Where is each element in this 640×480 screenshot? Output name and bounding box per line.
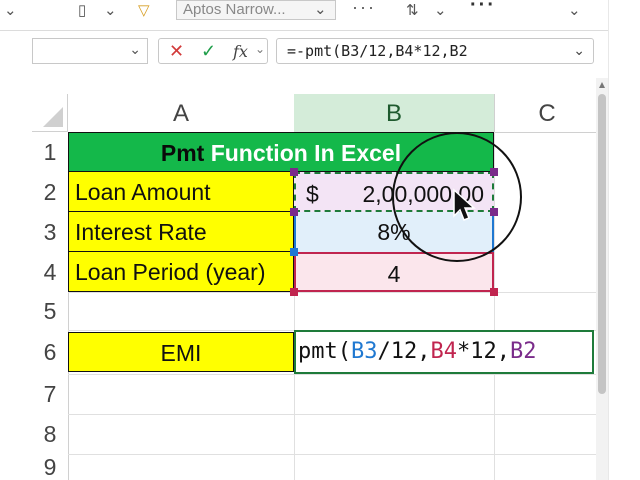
format-painter-icon[interactable]: ▽ [138, 2, 150, 20]
more-options-icon[interactable]: ··· [470, 0, 496, 15]
cell-a6[interactable]: EMI [68, 332, 294, 372]
row-header-9[interactable]: 9 [32, 454, 69, 480]
formula-input[interactable]: =-pmt(B3/12,B4*12,B2 ⌄ [276, 38, 594, 64]
enter-check-icon[interactable]: ✓ [201, 41, 216, 62]
column-header-c[interactable]: C [494, 94, 599, 133]
cell-b6-editing[interactable]: pmt(B3/12,B4*12,B2 [294, 330, 594, 374]
gridline [68, 414, 598, 415]
clipboard-icon[interactable]: ▯ [78, 2, 86, 20]
scrollbar-thumb[interactable] [598, 94, 606, 394]
title-pmt-text: Pmt [160, 140, 205, 166]
gridline [68, 374, 598, 375]
row-header-5[interactable]: 5 [32, 292, 69, 330]
formula-ref-b2: B2 [509, 339, 537, 364]
chevron-down-icon[interactable]: ⌄ [434, 2, 447, 20]
gridline [68, 454, 598, 455]
scroll-up-arrow-icon[interactable] [599, 82, 605, 88]
range-handle[interactable] [290, 248, 298, 256]
formula-text: =-pmt(B3/12,B4*12,B2 [287, 42, 468, 60]
vertical-scrollbar[interactable] [596, 78, 608, 480]
gridline [68, 292, 598, 293]
cell-a3[interactable]: Interest Rate [68, 212, 294, 252]
ribbon-toolbar: ⌄ ▯ ⌄ ▽ Aptos Narrow... ⌄ ··· ⇅ ⌄ ··· ⌄ [0, 0, 640, 31]
chevron-down-icon[interactable]: ⌄ [314, 1, 327, 19]
formula-ref-b3: B3 [350, 339, 378, 364]
mouse-pointer-icon [453, 188, 476, 221]
cell-a4[interactable]: Loan Period (year) [68, 252, 294, 292]
name-box[interactable]: ⌄ [32, 38, 148, 64]
cell-a2[interactable]: Loan Amount [68, 172, 294, 212]
row-header-7[interactable]: 7 [32, 374, 69, 414]
chevron-down-icon[interactable]: ⌄ [104, 2, 117, 20]
row-header-1[interactable]: 1 [32, 132, 69, 172]
window-edge [608, 0, 640, 480]
formula-op-text: *12, [456, 339, 510, 364]
chevron-down-icon[interactable]: ⌄ [573, 42, 585, 59]
formula-op-text: /12, [377, 339, 431, 364]
chevron-down-icon[interactable]: ⌄ [4, 2, 17, 20]
column-header-a[interactable]: A [68, 94, 295, 133]
range-handle[interactable] [290, 208, 298, 216]
chevron-down-icon[interactable]: ⌄ [129, 41, 141, 58]
cancel-icon[interactable]: ✕ [169, 41, 184, 62]
row-header-6[interactable]: 6 [32, 330, 69, 374]
select-all-triangle-icon [43, 107, 63, 127]
range-handle[interactable] [490, 288, 498, 296]
select-all-button[interactable] [32, 94, 68, 132]
row-header-2[interactable]: 2 [32, 172, 69, 212]
currency-symbol: $ [306, 181, 319, 207]
chevron-down-icon[interactable]: ⌄ [568, 2, 581, 20]
range-handle[interactable] [290, 168, 298, 176]
font-name-select[interactable]: Aptos Narrow... [176, 0, 336, 20]
insert-function-icon[interactable]: fx [233, 42, 248, 61]
column-header-b[interactable]: B [294, 94, 494, 134]
chevron-down-icon[interactable]: ⌄ [255, 42, 265, 56]
formula-ref-b4: B4 [430, 339, 457, 364]
row-header-3[interactable]: 3 [32, 212, 69, 252]
formula-controls: ✕ ✓ fx ⌄ [158, 38, 268, 64]
row-header-8[interactable]: 8 [32, 414, 69, 454]
font-name-value: Aptos Narrow... [183, 1, 286, 18]
range-handle[interactable] [290, 288, 298, 296]
formula-bar: ⌄ ✕ ✓ fx ⌄ =-pmt(B3/12,B4*12,B2 ⌄ [0, 34, 600, 68]
row-header-4[interactable]: 4 [32, 252, 69, 292]
sort-filter-icon[interactable]: ⇅ [406, 2, 419, 20]
spreadsheet-grid: A B C 1 2 3 4 5 6 7 8 9 Pmt Function In … [0, 94, 640, 480]
formula-fn-text: pmt( [298, 339, 351, 364]
title-function-text: Function In Excel [204, 140, 402, 166]
more-options-icon[interactable]: ··· [352, 0, 376, 16]
